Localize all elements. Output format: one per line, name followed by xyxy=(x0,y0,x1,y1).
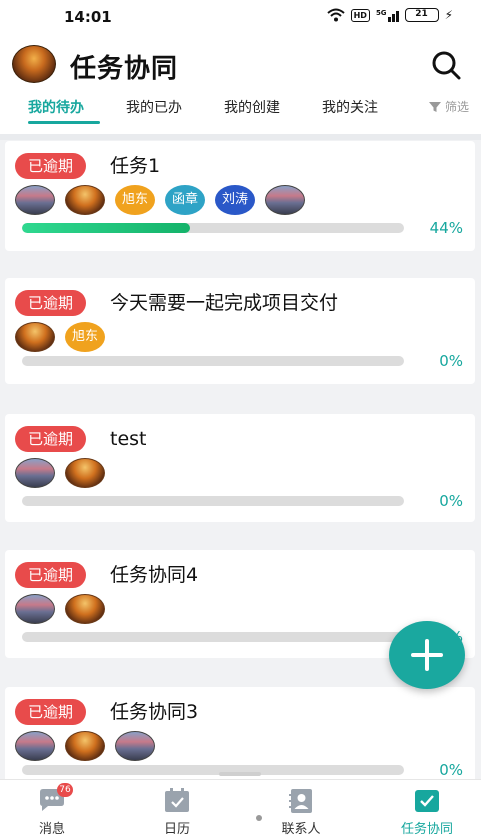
task-card[interactable]: 已逾期 任务1 旭东 函章 刘涛 44% xyxy=(5,141,475,251)
nav-contacts[interactable]: 联系人 xyxy=(256,788,346,837)
nav-label: 日历 xyxy=(163,822,190,837)
filter-icon xyxy=(428,101,441,112)
overdue-badge: 已逾期 xyxy=(15,699,87,725)
progress-percent: 44% xyxy=(429,219,463,237)
network-label: 5G xyxy=(375,8,387,17)
wifi-icon xyxy=(326,8,345,22)
progress-bar xyxy=(22,223,404,233)
progress-percent: 0% xyxy=(439,492,463,510)
status-bar: 14:01 HD 5G 21 ⚡ xyxy=(0,0,481,34)
member-avatar xyxy=(15,458,55,488)
user-avatar[interactable] xyxy=(12,45,56,83)
task-card[interactable]: 已逾期 今天需要一起完成项目交付 旭东 0% xyxy=(5,278,475,384)
member-avatar xyxy=(65,594,105,624)
battery-level: 21 xyxy=(415,9,428,19)
nav-label: 任务协同 xyxy=(400,822,453,837)
tab-my-created[interactable]: 我的创建 xyxy=(224,97,280,117)
progress-fill xyxy=(22,223,191,233)
overdue-badge: 已逾期 xyxy=(15,426,87,452)
task-title: 任务协同3 xyxy=(110,701,199,723)
member-avatar xyxy=(15,594,55,624)
progress-bar xyxy=(22,765,404,775)
calendar-icon xyxy=(165,788,189,812)
member-avatar xyxy=(65,731,105,761)
overdue-badge: 已逾期 xyxy=(15,290,87,316)
task-title: 任务协同4 xyxy=(110,564,199,586)
filter-label: 筛选 xyxy=(444,100,469,114)
tab-my-followed[interactable]: 我的关注 xyxy=(322,97,378,117)
search-icon[interactable] xyxy=(429,48,463,82)
progress-percent: 0% xyxy=(439,761,463,779)
status-time: 14:01 xyxy=(64,8,112,26)
member-avatar xyxy=(65,458,105,488)
member-list xyxy=(15,594,105,624)
member-name-avatar: 函章 xyxy=(165,185,205,215)
member-name-avatar: 旭东 xyxy=(65,322,105,352)
member-avatar xyxy=(15,322,55,352)
member-avatar xyxy=(265,185,305,215)
progress-percent: 0% xyxy=(439,352,463,370)
nav-messages[interactable]: 76 消息 xyxy=(7,783,97,837)
member-avatar xyxy=(115,731,155,761)
status-icons: HD 5G 21 ⚡ xyxy=(326,8,453,22)
progress-bar xyxy=(22,356,404,366)
signal-icon: 5G xyxy=(376,9,399,22)
contacts-icon xyxy=(289,789,312,813)
nav-calendar[interactable]: 日历 xyxy=(132,788,222,837)
member-list: 旭东 xyxy=(15,322,105,352)
tab-bar: 我的待办 我的已办 我的创建 我的关注 筛选 xyxy=(0,94,481,136)
active-tab-indicator xyxy=(28,121,100,124)
hd-indicator: HD xyxy=(350,8,370,22)
overdue-badge: 已逾期 xyxy=(15,562,87,588)
task-title: test xyxy=(110,428,147,450)
member-list xyxy=(15,731,155,761)
nav-label: 消息 xyxy=(38,822,65,837)
nav-label: 联系人 xyxy=(281,822,321,837)
battery-icon: 21 xyxy=(404,8,439,22)
task-card[interactable]: 已逾期 test 0% xyxy=(5,414,475,522)
task-title: 今天需要一起完成项目交付 xyxy=(110,292,339,314)
progress-bar xyxy=(22,632,404,642)
scroll-indicator xyxy=(219,772,261,776)
add-task-button[interactable] xyxy=(389,621,465,689)
message-count-badge: 76 xyxy=(57,783,73,797)
nav-tasks[interactable]: 任务协同 xyxy=(382,788,472,837)
filter-button[interactable]: 筛选 xyxy=(428,98,469,115)
progress-bar xyxy=(22,496,404,506)
bottom-nav: 76 消息 日历 联系人 任务协同 xyxy=(0,779,481,839)
overdue-badge: 已逾期 xyxy=(15,153,87,179)
member-list xyxy=(15,458,105,488)
member-list: 旭东 函章 刘涛 xyxy=(15,185,305,215)
task-icon xyxy=(415,790,439,812)
member-avatar xyxy=(65,185,105,215)
nav-dot xyxy=(256,815,262,821)
task-title: 任务1 xyxy=(110,155,161,177)
member-name-avatar: 刘涛 xyxy=(215,185,255,215)
tab-my-todo[interactable]: 我的待办 xyxy=(28,97,84,117)
member-name-avatar: 旭东 xyxy=(115,185,155,215)
app-header: 任务协同 xyxy=(0,34,481,94)
charging-icon: ⚡ xyxy=(444,8,453,22)
member-avatar xyxy=(15,731,55,761)
divider xyxy=(0,134,481,140)
tab-my-done[interactable]: 我的已办 xyxy=(126,97,182,117)
page-title: 任务协同 xyxy=(70,54,179,84)
member-avatar xyxy=(15,185,55,215)
